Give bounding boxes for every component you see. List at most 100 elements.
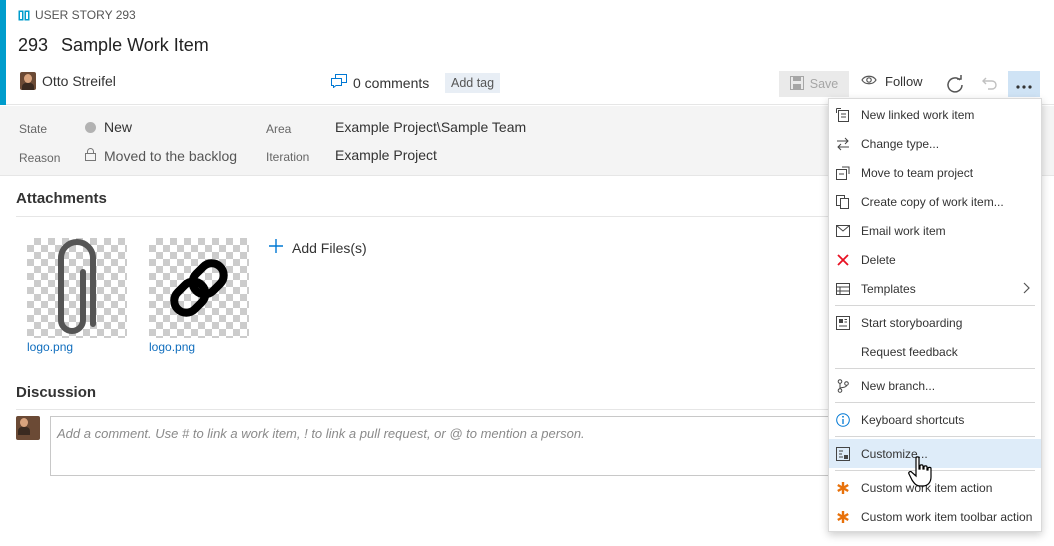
area-value[interactable]: Example Project\Sample Team [335,119,526,135]
attachment-link[interactable]: logo.png [149,340,195,354]
refresh-icon [945,75,965,97]
comments-count[interactable]: 0 comments [331,74,429,91]
link-icon [149,259,249,341]
delete-x-icon [835,252,851,268]
info-icon [835,412,851,428]
state-value: New [104,119,133,135]
chevron-right-icon [1023,282,1031,297]
mail-icon [835,223,851,239]
swap-arrows-icon [835,136,851,152]
move-project-icon [835,165,851,181]
save-button[interactable]: Save [779,71,849,97]
work-item-header: USER STORY 293 293 Sample Work Item Otto… [6,0,1054,105]
attachments-divider [16,216,836,217]
menu-item-custom-work-item-action[interactable]: Custom work item action [829,473,1041,502]
menu-item-templates[interactable]: Templates [829,274,1041,303]
menu-item-label: Start storyboarding [861,315,963,330]
add-tag-button[interactable]: Add tag [445,73,501,93]
customize-icon [835,446,851,462]
menu-item-custom-toolbar-action[interactable]: Custom work item toolbar action [829,502,1041,531]
menu-item-label: Request feedback [861,344,958,359]
menu-item-label: Templates [861,281,916,296]
menu-item-start-storyboarding[interactable]: Start storyboarding [829,308,1041,337]
state-color-dot [85,121,96,133]
avatar [16,416,40,440]
add-files-label: Add Files(s) [292,239,367,256]
menu-item-email-work-item[interactable]: Email work item [829,216,1041,245]
menu-item-create-copy[interactable]: Create copy of work item... [829,187,1041,216]
book-icon [18,10,30,21]
menu-item-label: Custom work item toolbar action [861,509,1033,524]
attachment-thumbnail[interactable] [27,238,127,338]
work-item-id: 293 [18,35,49,55]
avatar [20,72,36,90]
menu-item-label: Email work item [861,223,946,238]
copy-icon [835,194,851,210]
menu-separator [835,305,1035,306]
attachments-title[interactable]: Attachments [16,190,107,207]
menu-item-customize[interactable]: Customize... [829,439,1041,468]
menu-item-new-branch[interactable]: New branch... [829,371,1041,400]
branch-icon [835,378,851,394]
follow-label: Follow [885,74,923,89]
more-actions-menu: New linked work item Change type... Move… [828,98,1042,532]
menu-item-label: New linked work item [861,107,975,122]
plus-icon [268,238,284,257]
assigned-to[interactable]: Otto Streifel [20,72,116,90]
storyboard-icon [835,315,851,331]
iteration-value[interactable]: Example Project [335,147,437,163]
eye-icon [861,74,877,89]
refresh-button[interactable] [945,74,965,94]
iteration-label: Iteration [266,150,310,164]
reason-field[interactable]: Moved to the backlog [85,148,237,164]
area-label: Area [266,122,292,136]
templates-icon [835,281,851,297]
menu-item-label: New branch... [861,378,936,393]
menu-item-new-linked-work-item[interactable]: New linked work item [829,100,1041,129]
menu-item-request-feedback[interactable]: Request feedback [829,337,1041,366]
work-item-type-label: USER STORY 293 [35,8,136,22]
discussion-title[interactable]: Discussion [16,384,96,401]
work-item-type: USER STORY 293 [18,8,136,22]
menu-item-change-type[interactable]: Change type... [829,129,1041,158]
menu-separator [835,470,1035,471]
undo-button[interactable] [978,74,998,94]
menu-item-label: Create copy of work item... [861,194,1004,209]
work-item-title-row[interactable]: 293 Sample Work Item [18,35,209,56]
menu-item-delete[interactable]: Delete [829,245,1041,274]
save-label: Save [809,77,839,91]
follow-button[interactable]: Follow [861,74,923,89]
state-label: State [19,122,48,136]
undo-icon [978,77,998,97]
comment-icon [331,74,347,91]
asterisk-icon [835,480,851,496]
menu-separator [835,436,1035,437]
save-icon [789,75,804,93]
attachment-thumbnail[interactable] [149,238,249,338]
attachment-link[interactable]: logo.png [27,340,73,354]
paperclip-icon [27,239,127,341]
asterisk-icon [835,509,851,525]
menu-separator [835,402,1035,403]
comments-count-label: 0 comments [353,74,430,91]
state-field[interactable]: New [85,119,132,135]
linked-item-icon [835,107,851,123]
ellipsis-icon [1016,77,1032,92]
more-actions-button[interactable] [1008,71,1040,97]
comment-input[interactable]: Add a comment. Use # to link a work item… [50,416,840,476]
discussion-divider [16,409,836,410]
reason-label: Reason [19,151,61,165]
menu-item-label: Change type... [861,136,940,151]
menu-item-label: Delete [861,252,896,267]
add-files-button[interactable]: Add Files(s) [268,238,367,257]
assigned-to-name: Otto Streifel [42,73,116,89]
menu-item-label: Keyboard shortcuts [861,412,965,427]
reason-value: Moved to the backlog [104,148,238,164]
menu-item-label: Move to team project [861,165,974,180]
menu-separator [835,368,1035,369]
menu-item-label: Customize... [861,446,928,461]
menu-item-keyboard-shortcuts[interactable]: Keyboard shortcuts [829,405,1041,434]
work-item-title[interactable]: Sample Work Item [61,35,209,56]
menu-item-move-to-team-project[interactable]: Move to team project [829,158,1041,187]
lock-icon [85,148,96,164]
